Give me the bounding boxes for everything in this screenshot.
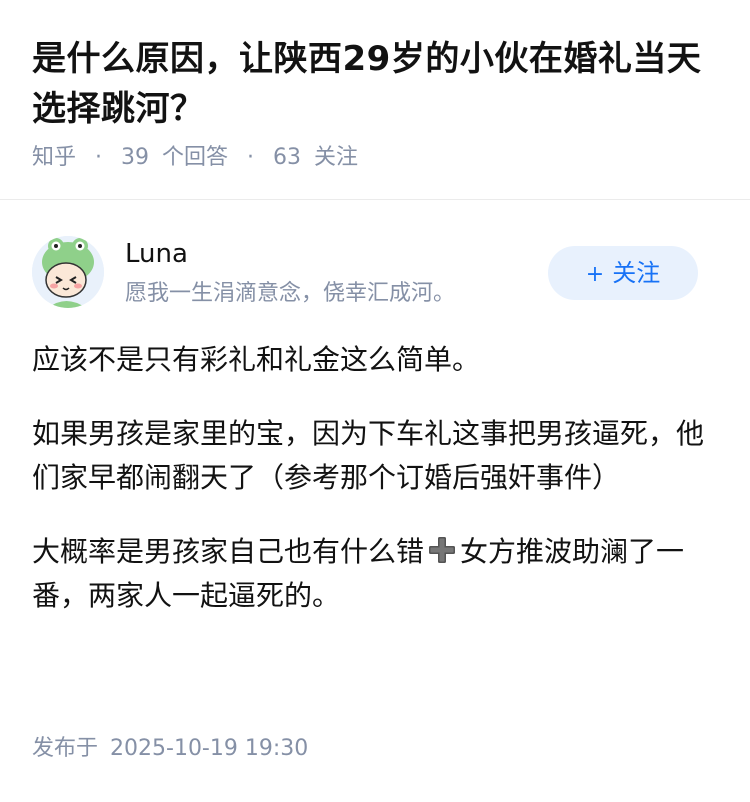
meta-separator: · <box>95 145 103 170</box>
author-name[interactable]: Luna <box>125 238 188 270</box>
answer-count: 39 <box>121 145 150 170</box>
answer-content: 应该不是只有彩礼和礼金这么简单。 如果男孩是家里的宝，因为下车礼这事把男孩逼死，… <box>32 338 718 648</box>
publish-date: 2025-10-19 19:30 <box>110 736 309 761</box>
question-meta: 知乎 · 39 个回答 · 63 关注 <box>32 142 358 174</box>
answer-paragraph: 应该不是只有彩礼和礼金这么简单。 <box>32 343 481 376</box>
author-avatar[interactable] <box>32 236 104 308</box>
follow-button[interactable]: + 关注 <box>548 246 698 300</box>
question-header: 是什么原因，让陕西29岁的小伙在婚礼当天选择跳河？ 知乎 · 39 个回答 · … <box>0 0 750 200</box>
answer-paragraph: 大概率是男孩家自己也有什么错 女方推波助澜了一番，两家人一起逼死的。 <box>32 530 718 618</box>
follow-button-label: 关注 <box>612 259 661 287</box>
answer-text: 大概率是男孩家自己也有什么错 <box>32 535 425 568</box>
heavy-plus-emoji-icon <box>429 537 456 563</box>
author-bio: 愿我一生涓滴意念，侥幸汇成河。 <box>125 281 456 306</box>
cartoon-frog-hat-avatar-icon <box>32 236 104 308</box>
question-title[interactable]: 是什么原因，让陕西29岁的小伙在婚礼当天选择跳河？ <box>32 34 712 134</box>
plus-icon: + <box>585 262 605 287</box>
follower-count: 63 <box>273 145 302 170</box>
source-label[interactable]: 知乎 <box>32 145 76 170</box>
meta-separator: · <box>247 145 255 170</box>
answer-count-label: 个回答 <box>162 145 229 170</box>
publish-time: 发布于 2025-10-19 19:30 <box>32 733 308 765</box>
answer-paragraph: 如果男孩是家里的宝，因为下车礼这事把男孩逼死，他们家早都闹翻天了（参考那个订婚后… <box>32 417 705 494</box>
follower-count-label: 关注 <box>314 145 359 170</box>
author-info: Luna 愿我一生涓滴意念，侥幸汇成河。 + 关注 <box>32 234 718 310</box>
publish-label: 发布于 <box>32 736 99 761</box>
